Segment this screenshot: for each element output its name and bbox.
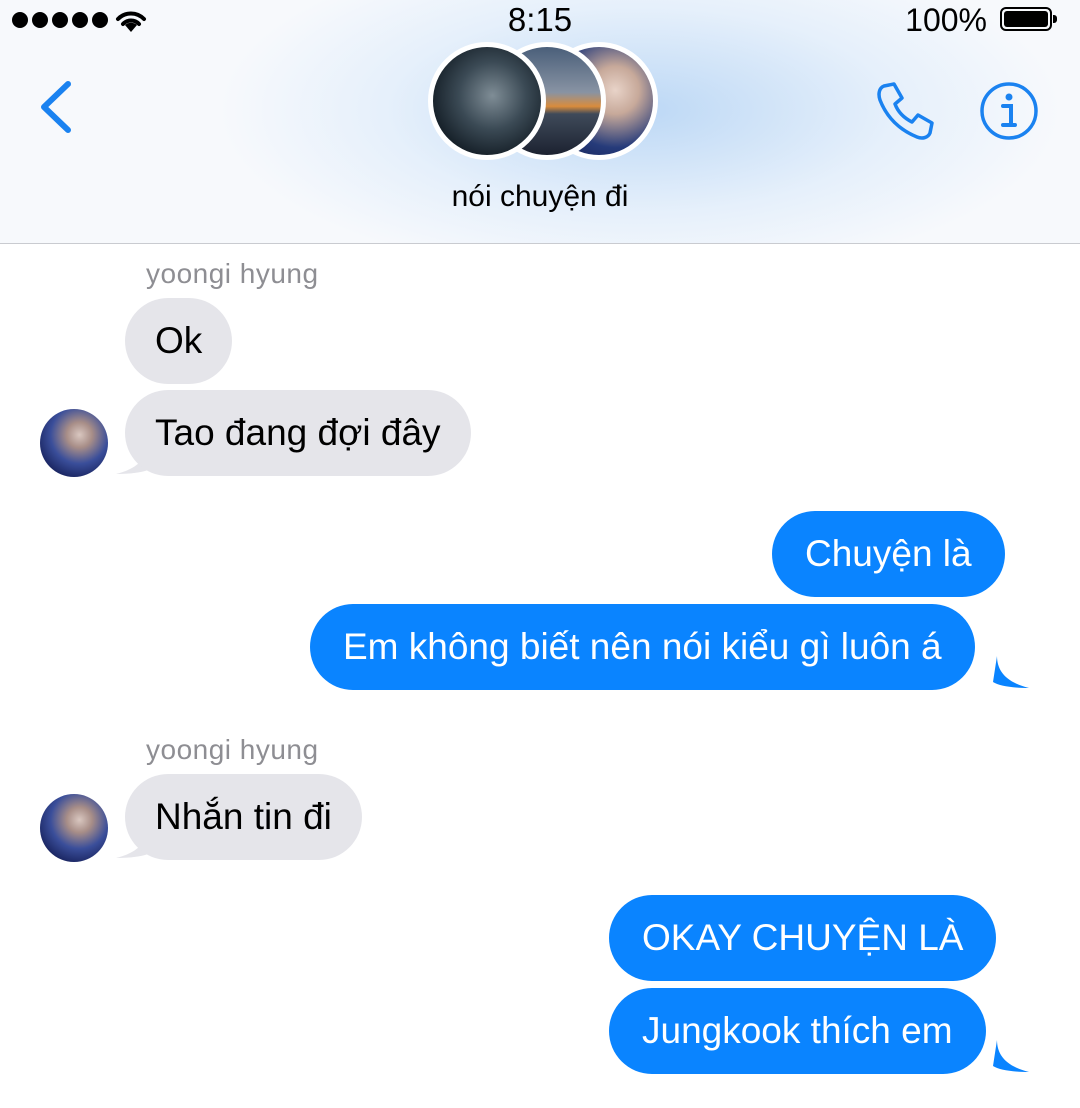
sender-name: yoongi hyung bbox=[146, 258, 319, 289]
incoming-message[interactable]: Nhắn tin đi bbox=[125, 774, 362, 860]
battery-icon bbox=[1000, 7, 1057, 31]
incoming-message[interactable]: Ok bbox=[125, 298, 233, 384]
bubble-tail bbox=[993, 656, 1029, 688]
sender-avatar[interactable] bbox=[40, 794, 108, 862]
battery-percent: 100% bbox=[905, 2, 987, 38]
outgoing-message[interactable]: Chuyện là bbox=[772, 511, 1005, 597]
outgoing-message[interactable]: Em không biết nên nói kiểu gì luôn á bbox=[310, 604, 975, 690]
member-avatar-1 bbox=[428, 42, 546, 160]
status-bar: 8:15 100% bbox=[0, 0, 1080, 44]
chat-header: 8:15 100% nói chuyện đi bbox=[0, 0, 1080, 244]
outgoing-message[interactable]: OKAY CHUYỆN LÀ bbox=[609, 895, 997, 981]
outgoing-message[interactable]: Jungkook thích em bbox=[609, 988, 986, 1074]
back-chevron-icon[interactable] bbox=[30, 72, 86, 142]
phone-icon[interactable] bbox=[872, 78, 938, 144]
info-icon[interactable] bbox=[978, 80, 1040, 142]
sender-avatar[interactable] bbox=[40, 409, 108, 477]
sender-name: yoongi hyung bbox=[146, 734, 319, 765]
chat-title[interactable]: nói chuyện đi bbox=[0, 180, 1080, 214]
bubble-tail bbox=[993, 1040, 1029, 1072]
group-avatar[interactable] bbox=[428, 42, 658, 162]
incoming-message[interactable]: Tao đang đợi đây bbox=[125, 390, 471, 476]
